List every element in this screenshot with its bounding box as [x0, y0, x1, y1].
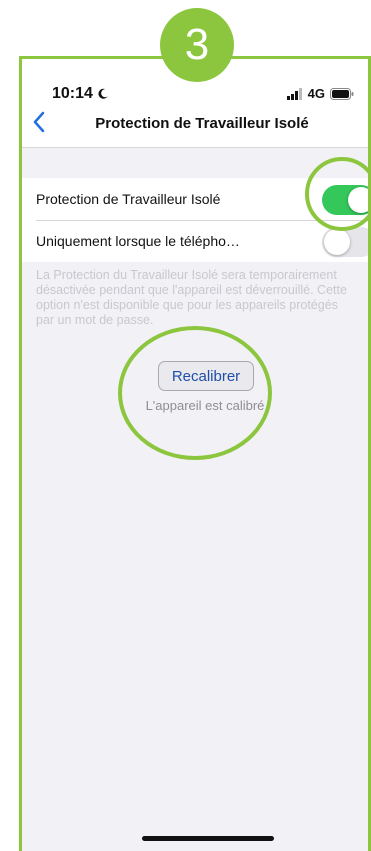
signal-icon: [286, 87, 302, 100]
page-title: Protection de Travailleur Isolé: [95, 115, 309, 132]
settings-group: Protection de Travailleur Isolé Uniqueme…: [22, 178, 368, 262]
toggle-knob: [324, 229, 350, 255]
calibration-status: L'appareil est calibré: [145, 398, 265, 413]
setting-label: Uniquement lorsque le télépho…: [36, 233, 240, 249]
status-indicators: 4G: [286, 86, 354, 101]
screenshot-stage: 3 10:14 4G Protection de Travailleur Iso…: [0, 0, 371, 851]
phone-screen: 10:14 4G Protection de Travailleur Isolé…: [19, 56, 371, 851]
setting-label: Protection de Travailleur Isolé: [36, 191, 221, 207]
status-time-text: 10:14: [52, 85, 93, 102]
lone-worker-toggle[interactable]: [322, 185, 368, 215]
status-time: 10:14: [52, 85, 109, 103]
battery-icon: [330, 87, 354, 100]
setting-row-only-when-locked[interactable]: Uniquement lorsque le télépho…: [22, 220, 368, 262]
only-when-locked-toggle[interactable]: [322, 227, 368, 257]
network-type: 4G: [307, 86, 325, 101]
recalibrate-button[interactable]: Recalibrer: [158, 361, 254, 391]
setting-row-lone-worker[interactable]: Protection de Travailleur Isolé: [22, 178, 368, 220]
setting-footnote: La Protection du Travailleur Isolé sera …: [36, 268, 347, 327]
step-badge: 3: [160, 8, 234, 82]
moon-icon: [98, 88, 108, 99]
step-number: 3: [184, 20, 210, 69]
toggle-knob: [348, 187, 368, 213]
home-indicator[interactable]: [142, 836, 274, 841]
